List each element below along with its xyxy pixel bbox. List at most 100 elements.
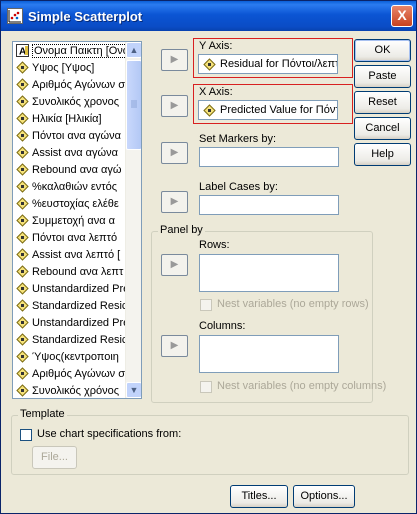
variable-label: Unstandardized Pre — [32, 283, 126, 295]
variable-list-item[interactable]: Rebound ανα αγώ — [14, 162, 126, 179]
scale-icon — [16, 282, 29, 295]
variable-list-item[interactable]: Υψος [Υψος] — [14, 60, 126, 77]
variable-list-item[interactable]: Συνολικός χρόνος — [14, 383, 126, 398]
move-to-y-axis-button[interactable]: ▶ — [161, 49, 188, 71]
variable-list-item[interactable]: Standardized Resic — [14, 332, 126, 349]
close-button[interactable]: X — [391, 5, 413, 27]
close-icon: X — [397, 7, 407, 23]
scale-icon — [16, 214, 29, 227]
scale-icon — [16, 129, 29, 142]
nest-rows-checkbox[interactable] — [200, 299, 212, 311]
variable-list[interactable]: A Ονομα Παικτη [Ονο Υψος [Υψος] Αριθμός Αγώ… — [12, 41, 142, 399]
options-button[interactable]: Options... — [293, 485, 355, 508]
variable-list-item[interactable]: Συνολικός χρονος — [14, 94, 126, 111]
x-axis-field[interactable]: Predicted Value for Πόντ — [198, 100, 338, 120]
variable-list-item[interactable]: A Ονομα Παικτη [Ονο — [14, 43, 126, 60]
variable-list-items: A Ονομα Παικτη [Ονο Υψος [Υψος] Αριθμός Αγώ… — [14, 43, 126, 398]
ok-button[interactable]: OK — [354, 39, 411, 62]
variable-label: %ευστοχίας ελέθε — [32, 198, 119, 210]
columns-label: Columns: — [199, 320, 246, 332]
variable-label: Rebound ανα αγώ — [32, 164, 122, 176]
arrow-right-icon: ▶ — [170, 100, 179, 111]
variable-list-item[interactable]: Assist ανα αγώνα — [14, 145, 126, 162]
variable-label: Standardized Resic — [32, 334, 126, 346]
y-axis-field[interactable]: Residual for Πόντοι/λεπτ — [198, 54, 338, 74]
arrow-right-icon: ▶ — [170, 259, 179, 270]
scale-icon — [16, 146, 29, 159]
variable-list-item[interactable]: Ύψος(κεντροποιη — [14, 349, 126, 366]
template-title: Template — [18, 408, 67, 420]
x-axis-label: X Axis: — [199, 86, 233, 98]
variable-list-item[interactable]: Αριθμός Αγώνων σ — [14, 366, 126, 383]
rows-field[interactable] — [199, 254, 339, 292]
variable-list-scrollbar[interactable]: ▲ ▼ — [125, 42, 141, 398]
variable-list-item[interactable]: %καλαθιών εντός — [14, 179, 126, 196]
variable-label: Πόντοι ανα λεπτό — [32, 232, 118, 244]
titles-button[interactable]: Titles... — [230, 485, 288, 508]
scale-icon — [16, 316, 29, 329]
scroll-up-icon: ▲ — [129, 45, 139, 55]
simple-scatterplot-dialog: Simple Scatterplot X A Ονομα Παικτη [Ονο Υ… — [0, 0, 417, 514]
y-axis-value: Residual for Πόντοι/λεπτ — [220, 58, 338, 70]
scatterplot-app-icon — [7, 8, 23, 24]
scroll-thumb[interactable] — [126, 60, 141, 150]
nest-rows-label: Nest variables (no empty rows) — [217, 298, 369, 310]
scale-icon — [16, 112, 29, 125]
scale-icon — [16, 78, 29, 91]
variable-list-item[interactable]: Πόντοι ανα λεπτό — [14, 230, 126, 247]
variable-label: Αριθμός Αγώνων σ — [32, 368, 126, 380]
move-to-set-markers-button[interactable]: ▶ — [161, 142, 188, 164]
scroll-down-button[interactable]: ▼ — [126, 382, 141, 398]
scale-icon — [16, 367, 29, 380]
scale-icon — [16, 197, 29, 210]
variable-list-item[interactable]: Unstandardized Pre — [14, 281, 126, 298]
variable-list-item[interactable]: Ηλικία [Ηλικία] — [14, 111, 126, 128]
columns-field[interactable] — [199, 335, 339, 373]
variable-list-item[interactable]: Standardized Resic — [14, 298, 126, 315]
variable-label: Πόντοι ανα αγώνα — [32, 130, 121, 142]
scale-icon — [203, 58, 216, 71]
move-to-x-axis-button[interactable]: ▶ — [161, 95, 188, 117]
scale-icon — [16, 248, 29, 261]
variable-list-item[interactable]: Συμμετοχή ανα α — [14, 213, 126, 230]
paste-button[interactable]: Paste — [354, 65, 411, 88]
y-axis-label: Y Axis: — [199, 40, 233, 52]
move-to-columns-button[interactable]: ▶ — [161, 335, 188, 357]
set-markers-field[interactable] — [199, 147, 339, 167]
variable-list-item[interactable]: %ευστοχίας ελέθε — [14, 196, 126, 213]
variable-label: Assist ανα αγώνα — [32, 147, 118, 159]
help-button[interactable]: Help — [354, 143, 411, 166]
variable-label: Ηλικία [Ηλικία] — [32, 113, 102, 125]
variable-list-item[interactable]: Rebound ανα λεπτ — [14, 264, 126, 281]
label-cases-label: Label Cases by: — [199, 181, 278, 193]
reset-button[interactable]: Reset — [354, 91, 411, 114]
arrow-right-icon: ▶ — [170, 54, 179, 65]
variable-label: Ονομα Παικτη [Ονο — [32, 44, 126, 58]
scale-icon — [16, 180, 29, 193]
variable-label: Συνολικός χρόνος — [32, 385, 120, 397]
scale-icon — [16, 384, 29, 397]
variable-list-item[interactable]: Αριθμός Αγώνων σ — [14, 77, 126, 94]
variable-list-item[interactable]: Unstandardized Pre — [14, 315, 126, 332]
scale-icon — [16, 163, 29, 176]
variable-list-item[interactable]: Assist ανα λεπτό [ — [14, 247, 126, 264]
scale-icon — [16, 299, 29, 312]
scale-icon — [16, 61, 29, 74]
variable-label: Ύψος(κεντροποιη — [32, 351, 119, 363]
move-to-rows-button[interactable]: ▶ — [161, 254, 188, 276]
cancel-button[interactable]: Cancel — [354, 117, 411, 140]
variable-label: Αριθμός Αγώνων σ — [32, 79, 126, 91]
file-button[interactable]: File... — [32, 446, 77, 469]
arrow-right-icon: ▶ — [170, 147, 179, 158]
move-to-label-cases-button[interactable]: ▶ — [161, 191, 188, 213]
label-cases-field[interactable] — [199, 195, 339, 215]
scroll-up-button[interactable]: ▲ — [126, 42, 141, 58]
scroll-down-icon: ▼ — [129, 385, 139, 395]
variable-list-item[interactable]: Πόντοι ανα αγώνα — [14, 128, 126, 145]
nest-columns-checkbox[interactable] — [200, 381, 212, 393]
variable-label: %καλαθιών εντός — [32, 181, 118, 193]
use-chart-spec-checkbox[interactable] — [20, 429, 32, 441]
scale-icon — [16, 333, 29, 346]
title-bar[interactable]: Simple Scatterplot X — [1, 1, 416, 31]
scale-icon — [16, 95, 29, 108]
